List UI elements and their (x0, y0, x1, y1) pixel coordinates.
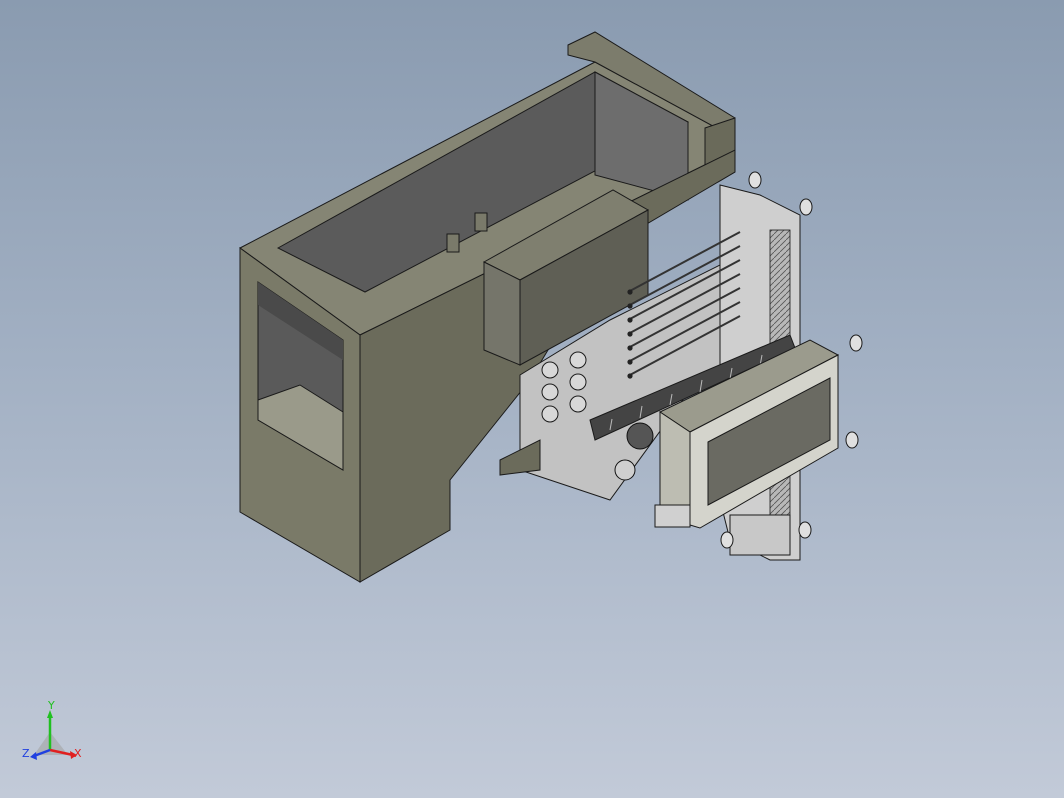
z-axis-label: Z (22, 747, 30, 760)
x-axis-label: X (74, 747, 82, 760)
view-orientation-triad[interactable]: Y X Z (18, 700, 88, 770)
y-axis-label: Y (48, 699, 55, 712)
cad-viewport[interactable]: Y X Z (0, 0, 1064, 798)
isometric-model-view[interactable] (0, 0, 1064, 798)
